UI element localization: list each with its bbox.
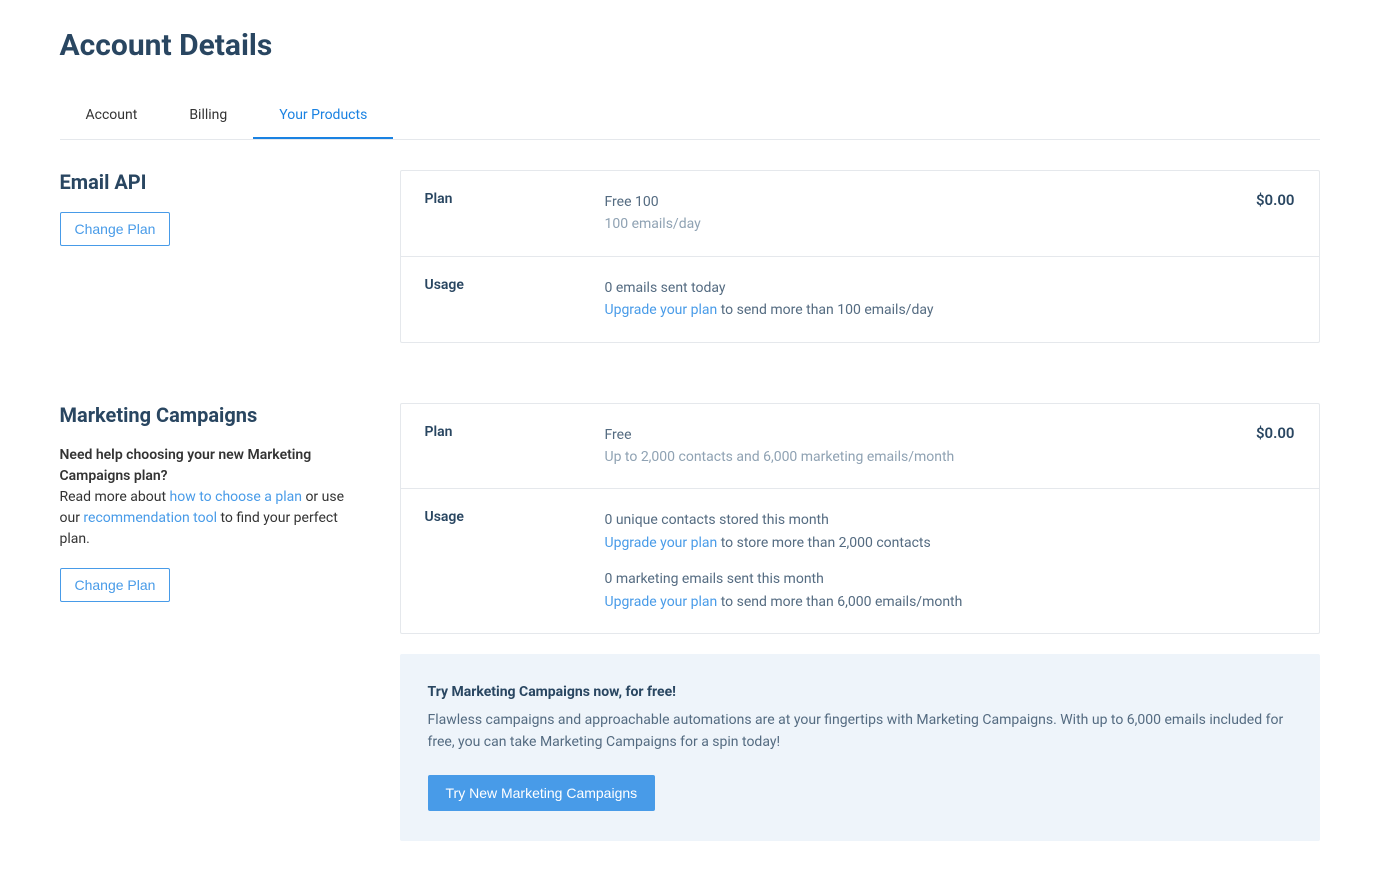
marketing-plan-row: Plan Free Up to 2,000 contacts and 6,000… xyxy=(401,404,1319,490)
marketing-card: Plan Free Up to 2,000 contacts and 6,000… xyxy=(400,403,1320,634)
page-title: Account Details xyxy=(60,28,1320,63)
how-to-choose-plan-link[interactable]: how to choose a plan xyxy=(170,489,302,505)
usage-label: Usage xyxy=(425,509,605,613)
marketing-usage-row: Usage 0 unique contacts stored this mont… xyxy=(401,489,1319,633)
marketing-plan-sub: Up to 2,000 contacts and 6,000 marketing… xyxy=(605,446,1215,468)
plan-label: Plan xyxy=(425,424,605,469)
email-api-plan-sub: 100 emails/day xyxy=(605,213,1215,235)
marketing-change-plan-button[interactable]: Change Plan xyxy=(60,568,171,602)
marketing-upgrade-link-1[interactable]: Upgrade your plan xyxy=(605,535,718,551)
email-api-plan-row: Plan Free 100 100 emails/day $0.00 xyxy=(401,171,1319,257)
marketing-usage1-rest: to store more than 2,000 contacts xyxy=(717,535,931,551)
marketing-help-before-link1: Read more about xyxy=(60,489,170,505)
marketing-usage2-rest: to send more than 6,000 emails/month xyxy=(717,594,962,610)
usage-label: Usage xyxy=(425,277,605,322)
email-api-usage-row: Usage 0 emails sent today Upgrade your p… xyxy=(401,257,1319,342)
promo-desc: Flawless campaigns and approachable auto… xyxy=(428,710,1292,753)
promo-title: Try Marketing Campaigns now, for free! xyxy=(428,684,1292,700)
marketing-usage1-line: 0 unique contacts stored this month xyxy=(605,509,1295,531)
marketing-title: Marketing Campaigns xyxy=(60,403,360,427)
email-api-section: Email API Change Plan Plan Free 100 100 … xyxy=(60,170,1320,343)
email-api-plan-name: Free 100 xyxy=(605,191,1215,213)
marketing-section: Marketing Campaigns Need help choosing y… xyxy=(60,403,1320,842)
tab-billing[interactable]: Billing xyxy=(163,93,253,139)
tabs: Account Billing Your Products xyxy=(60,93,1320,140)
marketing-help-text: Need help choosing your new Marketing Ca… xyxy=(60,445,360,550)
promo-box: Try Marketing Campaigns now, for free! F… xyxy=(400,654,1320,841)
marketing-plan-name: Free xyxy=(605,424,1215,446)
email-api-upgrade-link[interactable]: Upgrade your plan xyxy=(605,302,718,318)
marketing-usage2-line: 0 marketing emails sent this month xyxy=(605,568,1295,590)
email-api-plan-price: $0.00 xyxy=(1215,191,1295,236)
email-api-card: Plan Free 100 100 emails/day $0.00 Usage… xyxy=(400,170,1320,343)
email-api-change-plan-button[interactable]: Change Plan xyxy=(60,212,171,246)
plan-label: Plan xyxy=(425,191,605,236)
recommendation-tool-link[interactable]: recommendation tool xyxy=(83,510,217,526)
tab-account[interactable]: Account xyxy=(60,93,164,139)
marketing-plan-price: $0.00 xyxy=(1215,424,1295,469)
email-api-usage-line: 0 emails sent today xyxy=(605,277,1295,299)
try-marketing-campaigns-button[interactable]: Try New Marketing Campaigns xyxy=(428,775,656,811)
marketing-help-strong: Need help choosing your new Marketing Ca… xyxy=(60,447,312,484)
email-api-upgrade-rest: to send more than 100 emails/day xyxy=(717,302,933,318)
tab-your-products[interactable]: Your Products xyxy=(253,93,393,139)
marketing-upgrade-link-2[interactable]: Upgrade your plan xyxy=(605,594,718,610)
email-api-title: Email API xyxy=(60,170,360,194)
